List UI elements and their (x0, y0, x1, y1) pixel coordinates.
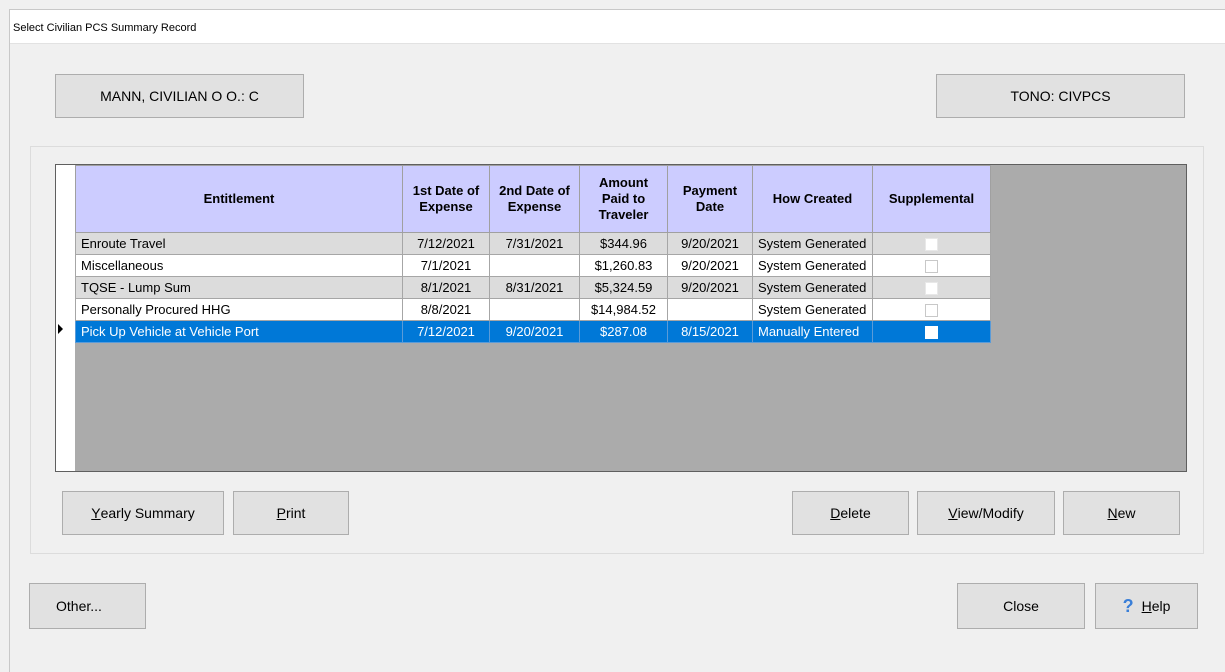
cell-amount[interactable]: $1,260.83 (579, 254, 668, 277)
help-mnemonic: H (1141, 598, 1152, 614)
title-bar: Select Civilian PCS Summary Record (10, 10, 1225, 44)
supplemental-checkbox[interactable] (925, 282, 938, 296)
print-label: rint (285, 505, 306, 521)
help-label: elp (1151, 598, 1171, 614)
table-header-row: Entitlement 1st Date of Expense 2nd Date… (75, 165, 991, 233)
print-button[interactable]: Print (233, 491, 349, 535)
cell-how-created[interactable]: Manually Entered (752, 320, 873, 343)
print-mnemonic: P (276, 505, 286, 521)
cell-supplemental[interactable] (872, 298, 991, 321)
new-mnemonic: N (1107, 505, 1118, 521)
delete-mnemonic: D (830, 505, 841, 521)
column-header-how-created[interactable]: How Created (752, 165, 873, 233)
cell-first-date[interactable]: 7/1/2021 (402, 254, 490, 277)
traveler-name-button[interactable]: MANN, CIVILIAN O O.: C (55, 74, 304, 118)
delete-label: elete (840, 505, 871, 521)
cell-supplemental[interactable] (872, 232, 991, 255)
tono-button[interactable]: TONO: CIVPCS (936, 74, 1185, 118)
supplemental-checkbox[interactable] (925, 304, 938, 318)
other-button[interactable]: Other... (29, 583, 146, 629)
yearly-summary-button[interactable]: Yearly Summary (62, 491, 224, 535)
yearly-summary-mnemonic: Y (91, 505, 101, 521)
cell-payment-date[interactable]: 9/20/2021 (667, 232, 753, 255)
cell-first-date[interactable]: 7/12/2021 (402, 320, 490, 343)
help-button[interactable]: ? Help (1095, 583, 1198, 629)
close-button[interactable]: Close (957, 583, 1085, 629)
view-modify-button[interactable]: View/Modify (917, 491, 1055, 535)
table-row[interactable]: Personally Procured HHG 8/8/2021 $14,984… (75, 298, 991, 321)
cell-second-date[interactable]: 8/31/2021 (489, 276, 580, 299)
column-header-supplemental[interactable]: Supplemental (872, 165, 991, 233)
cell-entitlement[interactable]: Enroute Travel (75, 232, 403, 255)
column-header-amount[interactable]: Amount Paid to Traveler (579, 165, 668, 233)
new-button[interactable]: New (1063, 491, 1180, 535)
window-title: Select Civilian PCS Summary Record (13, 22, 197, 34)
column-header-first-date[interactable]: 1st Date of Expense (402, 165, 490, 233)
cell-how-created[interactable]: System Generated (752, 254, 873, 277)
new-label: ew (1117, 505, 1136, 521)
cell-second-date[interactable] (489, 298, 580, 321)
cell-supplemental[interactable] (872, 254, 991, 277)
table-row-selected[interactable]: Pick Up Vehicle at Vehicle Port 7/12/202… (75, 320, 991, 343)
cell-payment-date[interactable]: 8/15/2021 (667, 320, 753, 343)
cell-first-date[interactable]: 8/1/2021 (402, 276, 490, 299)
cell-first-date[interactable]: 8/8/2021 (402, 298, 490, 321)
column-header-payment-date[interactable]: Payment Date (667, 165, 753, 233)
cell-first-date[interactable]: 7/12/2021 (402, 232, 490, 255)
cell-entitlement[interactable]: Personally Procured HHG (75, 298, 403, 321)
cell-supplemental[interactable] (872, 276, 991, 299)
cell-amount[interactable]: $5,324.59 (579, 276, 668, 299)
row-header-selected[interactable] (56, 318, 75, 339)
question-mark-icon: ? (1122, 595, 1134, 616)
table-row[interactable]: Enroute Travel 7/12/2021 7/31/2021 $344.… (75, 232, 991, 255)
cell-how-created[interactable]: System Generated (752, 298, 873, 321)
cell-payment-date[interactable]: 9/20/2021 (667, 254, 753, 277)
cell-amount[interactable]: $287.08 (579, 320, 668, 343)
column-header-second-date[interactable]: 2nd Date of Expense (489, 165, 580, 233)
supplemental-checkbox[interactable] (925, 260, 938, 274)
cell-entitlement[interactable]: Miscellaneous (75, 254, 403, 277)
row-header-column (56, 165, 75, 471)
current-row-pointer-icon (58, 324, 63, 334)
yearly-summary-label: early Summary (100, 505, 195, 521)
cell-payment-date[interactable]: 9/20/2021 (667, 276, 753, 299)
cell-payment-date[interactable] (667, 298, 753, 321)
cell-how-created[interactable]: System Generated (752, 232, 873, 255)
cell-entitlement[interactable]: TQSE - Lump Sum (75, 276, 403, 299)
cell-supplemental[interactable] (872, 320, 991, 343)
cell-amount[interactable]: $344.96 (579, 232, 668, 255)
cell-second-date[interactable]: 9/20/2021 (489, 320, 580, 343)
table-row[interactable]: TQSE - Lump Sum 8/1/2021 8/31/2021 $5,32… (75, 276, 991, 299)
delete-button[interactable]: Delete (792, 491, 909, 535)
cell-entitlement[interactable]: Pick Up Vehicle at Vehicle Port (75, 320, 403, 343)
supplemental-checkbox[interactable] (925, 326, 938, 340)
table-row[interactable]: Miscellaneous 7/1/2021 $1,260.83 9/20/20… (75, 254, 991, 277)
summary-table: Entitlement 1st Date of Expense 2nd Date… (75, 165, 991, 343)
column-header-entitlement[interactable]: Entitlement (75, 165, 403, 233)
cell-how-created[interactable]: System Generated (752, 276, 873, 299)
cell-second-date[interactable]: 7/31/2021 (489, 232, 580, 255)
cell-amount[interactable]: $14,984.52 (579, 298, 668, 321)
summary-grid[interactable]: Entitlement 1st Date of Expense 2nd Date… (55, 164, 1187, 472)
view-modify-label: iew/Modify (957, 505, 1024, 521)
cell-second-date[interactable] (489, 254, 580, 277)
view-modify-mnemonic: V (948, 505, 958, 521)
supplemental-checkbox[interactable] (925, 238, 938, 252)
